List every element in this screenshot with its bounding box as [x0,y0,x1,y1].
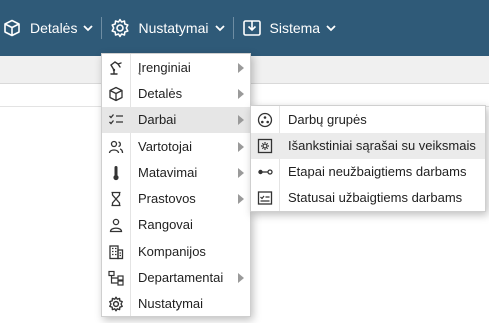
person-icon [107,216,125,234]
checklist-icon [107,111,125,129]
menu-item-nustatymai[interactable]: Nustatymai [102,291,250,317]
submenu-arrow-icon [238,142,244,152]
cube-icon [2,18,22,38]
import-icon [242,18,262,38]
org-chart-icon [107,269,125,287]
building-icon [107,243,125,261]
menu-item-label: Statusai užbaigtiems darbams [288,190,463,205]
submenu-arrow-icon [238,89,244,99]
nav-label: Detalės [30,20,78,36]
menu-item-label: Matavimai [138,165,198,180]
menu-item-label: Vartotojai [138,139,192,154]
darbai-submenu: Darbų grupės Išankstiniai sąrašai su vei… [250,105,486,212]
top-navbar: Detalės Nustatymai Sistema [0,0,489,56]
submenu-item-etapai[interactable]: Etapai neužbaigtiems darbams [251,159,485,185]
submenu-arrow-icon [238,168,244,178]
submenu-arrow-icon [238,194,244,204]
menu-item-label: Departamentai [138,270,224,285]
menu-item-label: Detalės [138,86,183,101]
menu-item-label: Įrenginiai [138,60,191,75]
submenu-item-darbu-grupes[interactable]: Darbų grupės [251,107,485,133]
nav-label: Nustatymai [138,20,209,36]
menu-item-darbai[interactable]: Darbai [102,107,250,133]
menu-item-label: Nustatymai [138,296,204,311]
nav-divider [101,17,103,39]
gear-icon [107,295,125,313]
chevron-down-icon [83,24,94,32]
submenu-arrow-icon [238,63,244,73]
menu-item-vartotojai[interactable]: Vartotojai [102,134,250,160]
submenu-item-statusai[interactable]: Statusai užbaigtiems darbams [251,185,485,211]
status-list-icon [256,189,274,207]
nav-detales[interactable]: Detalės [2,0,94,56]
submenu-arrow-icon [238,115,244,125]
nav-nustatymai[interactable]: Nustatymai [110,0,225,56]
menu-item-kompanijos[interactable]: Kompanijos [102,239,250,265]
thermometer-icon [107,164,125,182]
users-icon [107,138,125,156]
settings-dropdown-menu: Įrenginiai Detalės Darbai Vartotojai Mat… [101,53,251,317]
submenu-item-isankstiniai-sarasai[interactable]: Išankstiniai sąrašai su veiksmais [251,133,485,159]
menu-item-departamentai[interactable]: Departamentai [102,265,250,291]
chevron-down-icon [326,24,336,32]
menu-item-prastovos[interactable]: Prastovos [102,186,250,212]
menu-item-label: Rangovai [138,217,193,232]
stages-icon [256,163,274,181]
gear-icon [110,18,130,38]
robot-arm-icon [107,59,125,77]
nav-label: Sistema [269,20,321,36]
cube-icon [107,85,125,103]
group-icon [256,111,274,129]
menu-item-rangovai[interactable]: Rangovai [102,212,250,238]
menu-item-detales[interactable]: Detalės [102,81,250,107]
settings-box-icon [256,137,274,155]
chevron-down-icon [214,24,225,32]
menu-item-irenginiai[interactable]: Įrenginiai [102,55,250,81]
menu-item-label: Prastovos [138,191,196,206]
menu-item-label: Darbai [138,112,177,127]
hourglass-icon [107,190,125,208]
nav-divider [232,17,234,39]
menu-item-label: Išankstiniai sąrašai su veiksmais [288,138,476,153]
menu-item-label: Kompanijos [138,244,206,259]
menu-item-matavimai[interactable]: Matavimai [102,160,250,186]
menu-item-label: Etapai neužbaigtiems darbams [288,164,467,179]
nav-sistema[interactable]: Sistema [242,0,337,56]
submenu-arrow-icon [238,273,244,283]
menu-item-label: Darbų grupės [288,112,367,127]
